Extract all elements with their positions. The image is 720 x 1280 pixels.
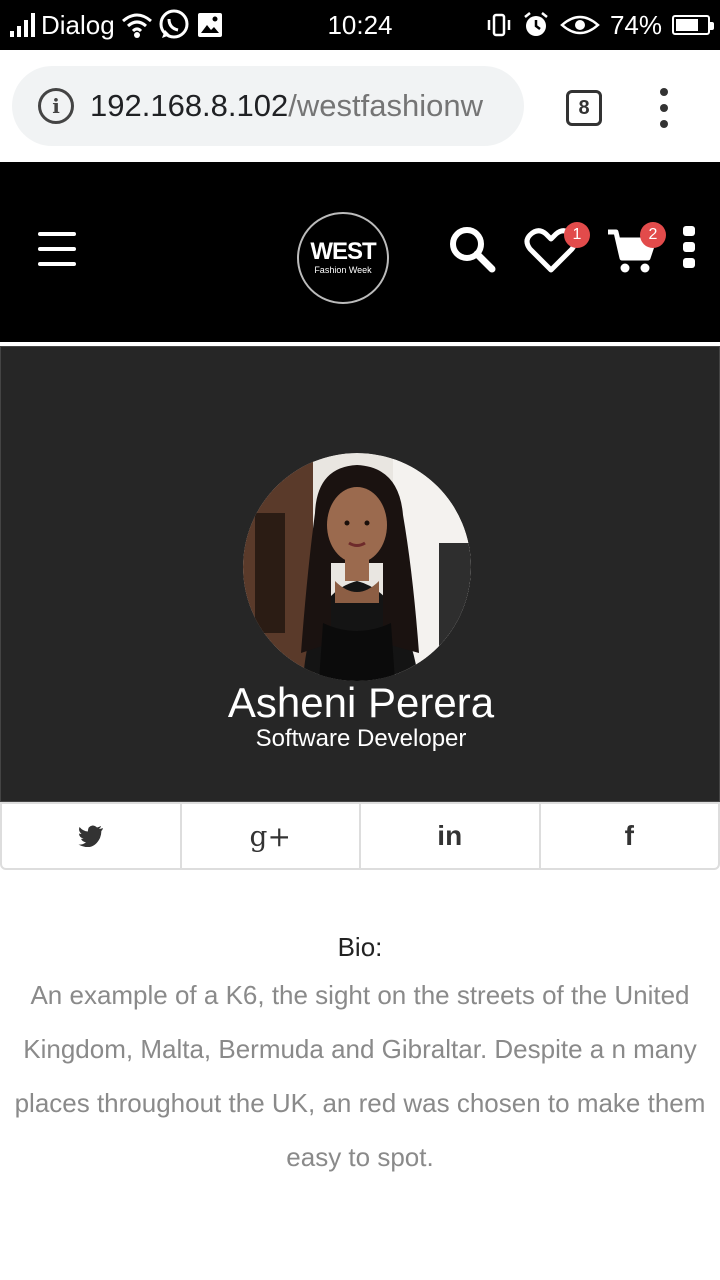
alarm-icon	[524, 12, 548, 36]
social-links: g+ in f	[0, 802, 720, 870]
battery-level	[676, 19, 698, 31]
tab-switcher-button[interactable]: 8	[566, 90, 602, 126]
wishlist-button[interactable]: 1	[524, 220, 594, 274]
info-icon[interactable]: i	[38, 88, 74, 124]
url-path: /westfashionw	[288, 88, 483, 123]
site-header: WEST Fashion Week 1 2	[0, 162, 720, 342]
status-right: 74%	[486, 0, 714, 50]
facebook-icon: f	[624, 820, 634, 851]
url-host: 192.168.8.102	[90, 88, 289, 123]
linkedin-icon: in	[437, 820, 463, 851]
profile-role: Software Developer	[255, 725, 467, 752]
linkedin-button[interactable]: in	[361, 802, 541, 870]
bio-label: Bio:	[337, 932, 383, 962]
profile-card: Asheni Perera Software Developer	[0, 346, 720, 802]
bio-text: An example of a K6, the sight on the str…	[14, 980, 706, 1172]
eye-icon	[560, 15, 600, 35]
address-bar[interactable]: i 192.168.8.102/westfashionw	[12, 66, 524, 146]
browser-toolbar: i 192.168.8.102/westfashionw 8	[0, 50, 720, 162]
cart-count-badge: 2	[640, 222, 666, 248]
google-plus-button[interactable]: g+	[181, 802, 361, 870]
cart-button[interactable]: 2	[606, 220, 676, 276]
facebook-button[interactable]: f	[540, 802, 720, 870]
battery-icon	[672, 15, 714, 35]
search-icon[interactable]	[447, 224, 497, 274]
profile-name: Asheni Perera	[227, 679, 495, 726]
wishlist-count-badge: 1	[564, 222, 590, 248]
logo-sub-text: Fashion Week	[314, 265, 372, 275]
more-options-icon[interactable]	[681, 224, 697, 270]
vibrate-icon	[487, 13, 511, 37]
google-plus-icon: g+	[249, 819, 291, 853]
profile-avatar	[243, 453, 471, 681]
site-logo[interactable]: WEST Fashion Week	[297, 212, 389, 304]
url-text[interactable]: 192.168.8.102/westfashionw	[90, 88, 483, 124]
logo-main-text: WEST	[310, 238, 376, 265]
twitter-button[interactable]	[0, 802, 182, 870]
twitter-icon	[78, 825, 103, 847]
browser-menu-icon[interactable]	[650, 88, 678, 128]
hamburger-menu-icon[interactable]	[38, 232, 76, 266]
status-bar: Dialog 10:24 74%	[0, 0, 720, 50]
battery-percent: 74%	[609, 9, 662, 40]
